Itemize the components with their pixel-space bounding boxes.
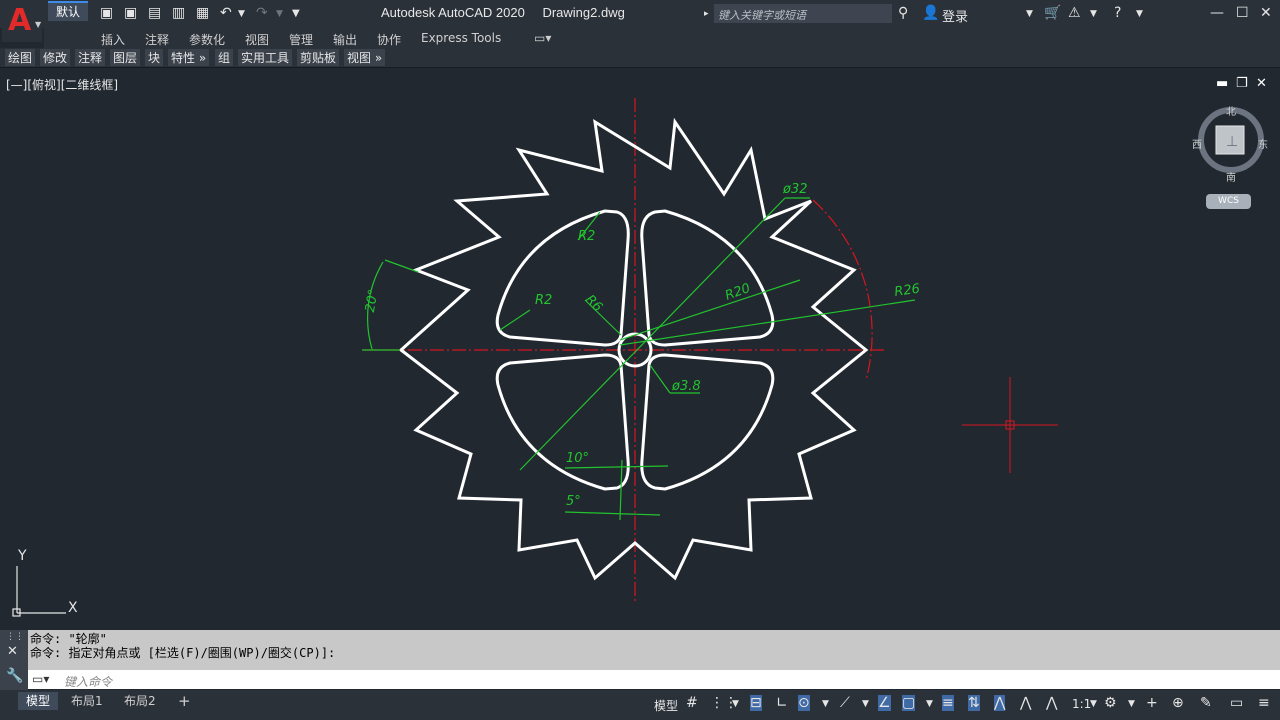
isodraft-dropdown-icon[interactable]: ▼ <box>862 699 869 709</box>
command-line-2: 命令: 指定对角点或 [栏选(F)/圈围(WP)/圈交(CP)]: <box>30 646 336 660</box>
dynamic-input-icon[interactable]: ⊟ <box>750 695 762 711</box>
dim-inner-diameter: ø3.8 <box>671 379 701 394</box>
petal-top-left <box>495 209 630 347</box>
petal-bottom-left <box>495 353 630 491</box>
tab-layout2[interactable]: 布局2 <box>116 692 164 710</box>
command-placeholder: 键入命令 <box>64 675 113 689</box>
isodraft-icon[interactable]: ⟋ <box>840 695 850 711</box>
dim-radius-26: R26 <box>893 282 920 300</box>
scale-dropdown-icon[interactable]: ▼ <box>1090 699 1097 709</box>
workspace-gear-icon[interactable]: ⚙ <box>1104 695 1117 711</box>
ucs-x-label: X <box>68 600 78 616</box>
command-output: 命令: "轮廓" 命令: 指定对角点或 [栏选(F)/圈围(WP)/圈交(CP)… <box>30 632 335 660</box>
command-line-1: 命令: "轮廓" <box>30 632 107 646</box>
polar-tracking-icon[interactable]: ⊙ <box>798 695 810 711</box>
object-snap-dropdown-icon[interactable]: ▼ <box>926 699 933 709</box>
dimension-lines <box>362 197 916 521</box>
annotation-monitor-icon[interactable]: + <box>1146 695 1158 711</box>
tab-model[interactable]: 模型 <box>18 692 59 710</box>
ucs-icon <box>12 566 66 617</box>
ortho-icon[interactable]: ∟ <box>776 695 788 711</box>
command-input[interactable]: ▭▾ 键入命令 <box>28 670 1280 689</box>
viewcube-north[interactable]: 北 <box>1226 103 1236 118</box>
object-snap-icon[interactable]: ▢ <box>902 695 916 711</box>
selection-cycling-icon[interactable]: ⇅ <box>968 695 980 711</box>
dim-outer-diameter: ø32 <box>782 182 808 197</box>
crosshair-cursor <box>962 377 1058 473</box>
annotation-scale-icon[interactable]: ⋀ <box>1020 695 1031 711</box>
units-icon[interactable]: ⊕ <box>1172 695 1184 711</box>
annotation-visibility-icon[interactable]: ⋀ <box>994 695 1006 711</box>
dim-radius-6: R6 <box>582 292 605 315</box>
annotation-scale-value[interactable]: 1:1 <box>1072 697 1091 711</box>
lineweight-icon[interactable]: ≡ <box>942 695 954 711</box>
snap-dropdown-icon[interactable]: ▼ <box>732 699 739 709</box>
workspace-dropdown-icon[interactable]: ▼ <box>1128 699 1135 709</box>
dim-angle-5: 5° <box>566 494 581 509</box>
dim-radius-2-left: R2 <box>535 293 552 308</box>
ucs-y-label: Y <box>17 548 27 564</box>
customization-menu-icon[interactable]: ≡ <box>1258 695 1270 711</box>
viewcube-east[interactable]: 东 <box>1258 136 1268 151</box>
dim-angle-10: 10° <box>566 451 589 466</box>
isolate-objects-icon[interactable]: ✎ <box>1200 695 1212 711</box>
wcs-menu[interactable]: WCS <box>1206 194 1251 209</box>
command-prompt-icon[interactable]: ▭▾ <box>32 672 49 686</box>
customize-wrench-icon[interactable]: 🔧 <box>6 668 23 684</box>
tab-layout1[interactable]: 布局1 <box>63 692 111 710</box>
viewcube-west[interactable]: 西 <box>1192 136 1202 151</box>
dim-radius-2-top: R2 <box>578 229 595 244</box>
object-snap-tracking-icon[interactable]: ∠ <box>878 695 891 711</box>
grip-icon[interactable]: ⋮⋮ <box>6 632 24 642</box>
viewcube-south[interactable]: 南 <box>1226 169 1236 184</box>
grid-icon[interactable]: # <box>686 695 698 711</box>
add-layout-icon[interactable]: + <box>170 692 199 710</box>
model-space-button[interactable]: 模型 <box>654 697 678 714</box>
center-lines <box>364 98 885 602</box>
close-command-icon[interactable]: ✕ <box>7 644 18 659</box>
polar-dropdown-icon[interactable]: ▼ <box>822 699 829 709</box>
svg-text:⊥: ⊥ <box>1226 134 1238 150</box>
clean-screen-icon[interactable]: ▭ <box>1230 695 1243 711</box>
auto-scale-icon[interactable]: ⋀ <box>1046 695 1057 711</box>
drawing-canvas[interactable]: ø32 R20 R26 R2 R2 R6 ø3.8 20° 10° 5° Y X <box>0 0 1280 720</box>
dim-angle-20: 20° <box>363 288 382 313</box>
petal-bottom-right <box>640 353 775 491</box>
